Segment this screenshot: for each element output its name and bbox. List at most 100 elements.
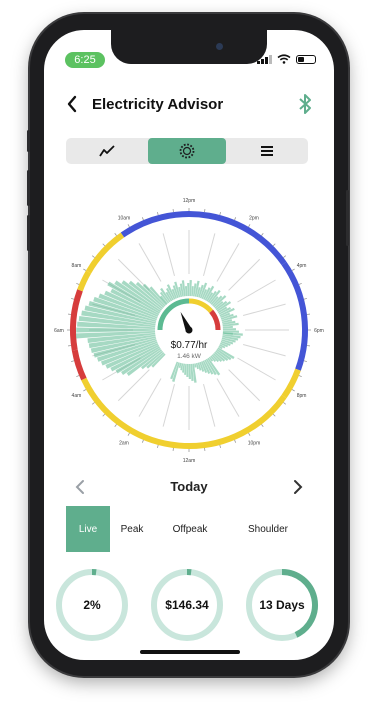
- hour-label: 8pm: [297, 393, 307, 399]
- hour-label: 6am: [54, 328, 64, 334]
- tab-live[interactable]: Live: [66, 506, 110, 552]
- gauge-pivot: [185, 326, 193, 334]
- tick-mark: [83, 389, 87, 392]
- ring-value: 2%: [83, 598, 101, 612]
- tick-mark: [71, 298, 75, 300]
- tick-mark: [91, 255, 95, 258]
- tick-mark: [114, 232, 117, 236]
- tab-peak[interactable]: Peak: [114, 506, 150, 552]
- hour-label: 4am: [72, 393, 82, 399]
- view-switcher: [66, 138, 308, 164]
- tariff-arc: [71, 349, 87, 381]
- hour-label: 2am: [119, 441, 129, 447]
- tick-mark: [141, 439, 144, 443]
- tick-mark: [298, 282, 302, 285]
- hour-spoke: [228, 369, 261, 402]
- signal-icon: [257, 54, 272, 64]
- camera-icon: [216, 43, 223, 50]
- tick-mark: [291, 389, 295, 392]
- tick-mark: [76, 282, 80, 285]
- page-title: Electricity Advisor: [92, 96, 224, 113]
- line-chart-icon: [99, 145, 115, 157]
- tick-mark: [272, 413, 276, 417]
- hour-label: 12am: [183, 458, 196, 464]
- rate-tabs: Live Peak Offpeak Shoulder: [44, 506, 334, 552]
- day-label: Today: [170, 479, 208, 494]
- hour-label: 10pm: [248, 441, 261, 447]
- hour-spoke: [237, 279, 276, 303]
- percent-ring: 2%: [54, 567, 130, 643]
- tab-offpeak[interactable]: Offpeak: [164, 506, 216, 552]
- tick-mark: [272, 243, 276, 247]
- ring-value: 13 Days: [259, 598, 305, 612]
- tick-mark: [298, 375, 302, 378]
- hour-label: 8am: [72, 263, 82, 269]
- next-day-icon[interactable]: [292, 476, 304, 498]
- tick-mark: [141, 217, 144, 221]
- tick-mark: [157, 444, 159, 448]
- tick-mark: [127, 432, 130, 436]
- back-chevron-icon[interactable]: [66, 94, 78, 114]
- hour-spoke: [203, 233, 216, 277]
- tick-mark: [261, 424, 264, 428]
- tab-list[interactable]: [228, 138, 306, 164]
- wifi-icon: [277, 54, 291, 64]
- tick-mark: [114, 424, 117, 428]
- tab-chart[interactable]: [68, 138, 146, 164]
- power-button: [346, 190, 349, 246]
- tick-mark: [303, 298, 307, 300]
- tick-mark: [219, 444, 221, 448]
- tick-mark: [83, 268, 87, 271]
- hour-spoke: [228, 258, 261, 291]
- tariff-arc: [281, 261, 308, 371]
- hour-spoke: [242, 303, 286, 316]
- tick-mark: [283, 402, 287, 405]
- volume-up-button: [27, 170, 30, 206]
- cost-ring: $146.34: [149, 567, 225, 643]
- hour-label: 4pm: [297, 263, 307, 269]
- mute-switch: [27, 130, 30, 152]
- tick-mark: [71, 360, 75, 362]
- tab-shoulder[interactable]: Shoulder: [240, 506, 296, 552]
- tick-mark: [283, 255, 287, 258]
- tick-mark: [291, 268, 295, 271]
- dial-icon: [179, 143, 195, 159]
- hour-label: 2pm: [249, 215, 259, 221]
- hour-spoke: [138, 243, 162, 282]
- tick-mark: [303, 360, 307, 362]
- tick-mark: [76, 375, 80, 378]
- tick-mark: [248, 224, 251, 228]
- hour-spoke: [138, 378, 162, 417]
- status-icons: [257, 54, 316, 64]
- tick-mark: [234, 217, 237, 221]
- tick-mark: [248, 432, 251, 436]
- app-header: Electricity Advisor: [44, 90, 334, 120]
- days-ring: 13 Days: [244, 567, 320, 643]
- home-indicator: [140, 650, 240, 654]
- tick-mark: [102, 413, 106, 417]
- tick-mark: [219, 212, 221, 216]
- hour-spoke: [216, 243, 240, 282]
- tick-mark: [127, 224, 130, 228]
- summary-rings: 2% $146.34 13 Days: [44, 567, 334, 647]
- tick-mark: [234, 439, 237, 443]
- hour-label: 12pm: [183, 198, 196, 204]
- hour-spoke: [237, 357, 276, 381]
- hour-spoke: [203, 383, 216, 427]
- hour-spoke: [162, 383, 175, 427]
- tick-mark: [157, 212, 159, 216]
- volume-down-button: [27, 215, 30, 251]
- hour-spoke: [162, 233, 175, 277]
- current-power: 1.46 kW: [177, 353, 202, 360]
- bluetooth-icon[interactable]: [298, 93, 312, 115]
- hour-spoke: [242, 344, 286, 357]
- day-navigator: Today: [44, 476, 334, 498]
- status-time: 6:25: [65, 52, 105, 68]
- tab-dial[interactable]: [148, 138, 226, 164]
- list-icon: [261, 146, 273, 156]
- usage-dial: 12am 2am 4am 6am 8am 10am 12pm 2pm 4pm 6pm 8pm 10pm…: [54, 198, 324, 464]
- tick-mark: [261, 232, 264, 236]
- ring-value: $146.34: [165, 598, 209, 612]
- tick-mark: [91, 402, 95, 405]
- current-rate: $0.77/hr: [171, 340, 208, 351]
